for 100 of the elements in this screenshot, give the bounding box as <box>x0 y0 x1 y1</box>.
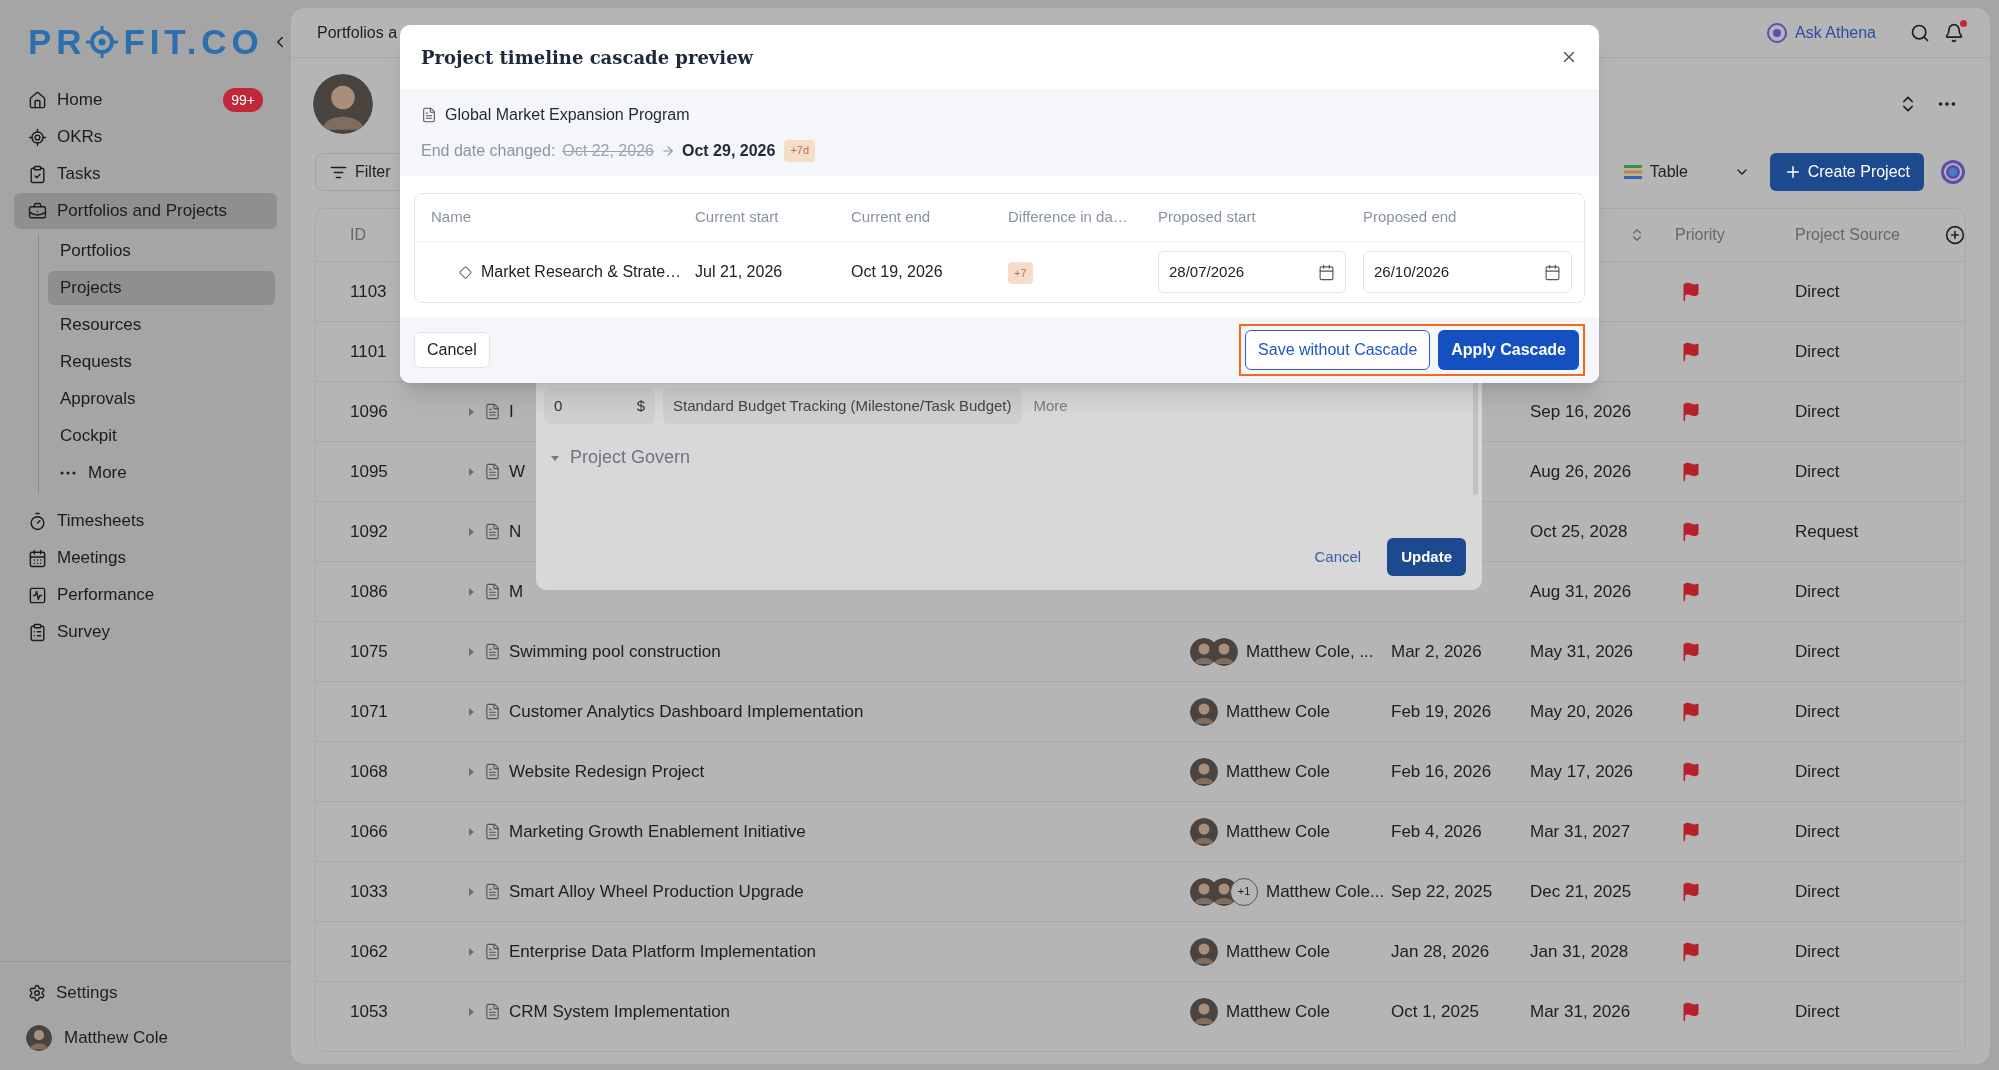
source-cell: Direct <box>1795 581 1840 601</box>
id-cell: 1033 <box>350 881 388 901</box>
project-name[interactable]: CRM System Implementation <box>509 998 731 1025</box>
caret-icon[interactable] <box>466 586 476 597</box>
dialog-title: Project timeline cascade preview <box>421 45 754 70</box>
project-name[interactable]: M <box>509 578 524 605</box>
logo-text: PR <box>28 20 87 63</box>
id-cell: 1075 <box>350 641 388 661</box>
update-button[interactable]: Update <box>1387 538 1466 576</box>
end-date: Jan 31, 2028 <box>1530 941 1629 961</box>
current-start: Jul 21, 2026 <box>695 263 783 280</box>
project-name[interactable]: Smart Alloy Wheel Production Upgrade <box>509 878 804 905</box>
flag-icon <box>1681 341 1701 362</box>
ai-assistant-icon[interactable] <box>1940 159 1966 185</box>
nav-item[interactable]: Tasks <box>14 156 277 192</box>
document-icon <box>484 823 501 840</box>
add-column-icon[interactable] <box>1945 225 1965 245</box>
project-name[interactable]: Website Redesign Project <box>509 758 705 785</box>
target-icon <box>28 127 47 147</box>
nav-subitem[interactable]: More <box>48 456 275 490</box>
breadcrumb-tab[interactable]: Portfolios a <box>317 20 398 45</box>
source-cell: Direct <box>1795 341 1840 361</box>
nav-item[interactable]: Meetings <box>14 540 277 576</box>
target-logo-icon <box>86 26 119 58</box>
source-cell: Direct <box>1795 401 1840 421</box>
budget-type-chip: Standard Budget Tracking (Milestone/Task Budget) <box>663 388 1022 424</box>
budget-field[interactable]: 0 $ <box>544 388 655 424</box>
flag-icon <box>1681 281 1701 302</box>
profile-avatar <box>313 74 373 134</box>
calendar-icon <box>28 548 47 568</box>
source-cell: Direct <box>1795 641 1840 661</box>
avatar <box>1190 697 1218 726</box>
create-project-button[interactable]: Create Project <box>1769 153 1924 191</box>
caret-icon[interactable] <box>466 706 476 717</box>
caret-icon[interactable] <box>466 526 476 537</box>
column-header: Proposed end <box>1363 208 1457 226</box>
project-name[interactable]: Enterprise Data Platform Implementation <box>509 938 817 965</box>
project-name[interactable]: W <box>509 458 526 485</box>
ask-athena-button[interactable]: Ask Athena <box>1767 20 1876 45</box>
cancel-button[interactable]: Cancel <box>1314 545 1362 569</box>
project-name[interactable]: Swimming pool construction <box>509 638 721 665</box>
column-header: Difference in da… <box>1008 208 1128 226</box>
apply-cascade-button[interactable]: Apply Cascade <box>1438 330 1579 370</box>
assistant-icon <box>1767 22 1788 43</box>
source-cell: Request <box>1795 521 1859 541</box>
diamond-icon <box>459 265 472 279</box>
project-name[interactable]: N <box>509 518 522 545</box>
start-date: Feb 16, 2026 <box>1391 761 1492 781</box>
nav-item[interactable]: Survey <box>14 614 277 650</box>
column-header: Name <box>431 208 471 226</box>
document-icon <box>484 703 501 720</box>
id-cell: 1066 <box>350 821 388 841</box>
id-cell: 1086 <box>350 581 388 601</box>
flag-icon <box>1681 521 1701 542</box>
project-name[interactable]: Customer Analytics Dashboard Implementation <box>509 698 864 725</box>
nav-subitem[interactable]: Resources <box>48 308 275 342</box>
nav-subitem[interactable]: Approvals <box>48 382 275 416</box>
project-name[interactable]: I <box>509 398 514 425</box>
caret-icon[interactable] <box>466 766 476 777</box>
caret-icon[interactable] <box>466 886 476 897</box>
caret-icon[interactable] <box>466 406 476 417</box>
stopwatch-icon <box>28 511 47 531</box>
date-field[interactable]: 28/07/2026 <box>1158 251 1346 293</box>
flag-icon <box>1681 881 1701 902</box>
user-profile[interactable]: Matthew Cole <box>0 1020 291 1056</box>
caret-icon[interactable] <box>466 946 476 957</box>
nav-item[interactable]: Portfolios and Projects <box>14 193 277 229</box>
id-cell: 1053 <box>350 1001 388 1021</box>
save-without-cascade-button[interactable]: Save without Cascade <box>1245 330 1431 370</box>
caret-icon[interactable] <box>466 646 476 657</box>
project-name[interactable]: Marketing Growth Enablement Initiative <box>509 818 806 845</box>
caret-icon[interactable] <box>466 1006 476 1017</box>
end-date: Aug 26, 2026 <box>1530 461 1632 481</box>
column-header: Current start <box>695 208 779 226</box>
view-select[interactable]: Table <box>1613 153 1760 191</box>
source-cell: Direct <box>1795 281 1840 301</box>
nav-subitem[interactable]: Cockpit <box>48 419 275 453</box>
search-icon[interactable] <box>1910 22 1930 43</box>
nav-subitem[interactable]: Portfolios <box>48 234 275 268</box>
nav-item[interactable]: Timesheets <box>14 503 277 539</box>
briefcase-icon <box>28 201 47 221</box>
id-cell: 1095 <box>350 461 388 481</box>
caret-icon[interactable] <box>466 466 476 477</box>
nav-item[interactable]: OKRs <box>14 119 277 155</box>
settings-link[interactable]: Settings <box>0 976 291 1010</box>
date-field[interactable]: 26/10/2026 <box>1363 251 1572 293</box>
notification-icon[interactable] <box>1944 22 1964 43</box>
id-cell: 1068 <box>350 761 388 781</box>
document-icon <box>484 643 501 660</box>
clipboard-icon <box>28 164 47 184</box>
difference-badge: +7 <box>1008 262 1033 285</box>
nav-subitem[interactable]: Projects <box>48 271 275 305</box>
nav-item[interactable]: Performance <box>14 577 277 613</box>
start-date: Oct 1, 2025 <box>1391 1001 1479 1021</box>
owner-name: Matthew Cole... <box>1266 880 1385 903</box>
nav-subitem[interactable]: Requests <box>48 345 275 379</box>
caret-icon[interactable] <box>466 826 476 837</box>
nav-item[interactable]: Home 99+ <box>14 82 277 118</box>
owner-name: Matthew Cole, ... <box>1246 640 1374 663</box>
cancel-button[interactable]: Cancel <box>414 332 490 368</box>
